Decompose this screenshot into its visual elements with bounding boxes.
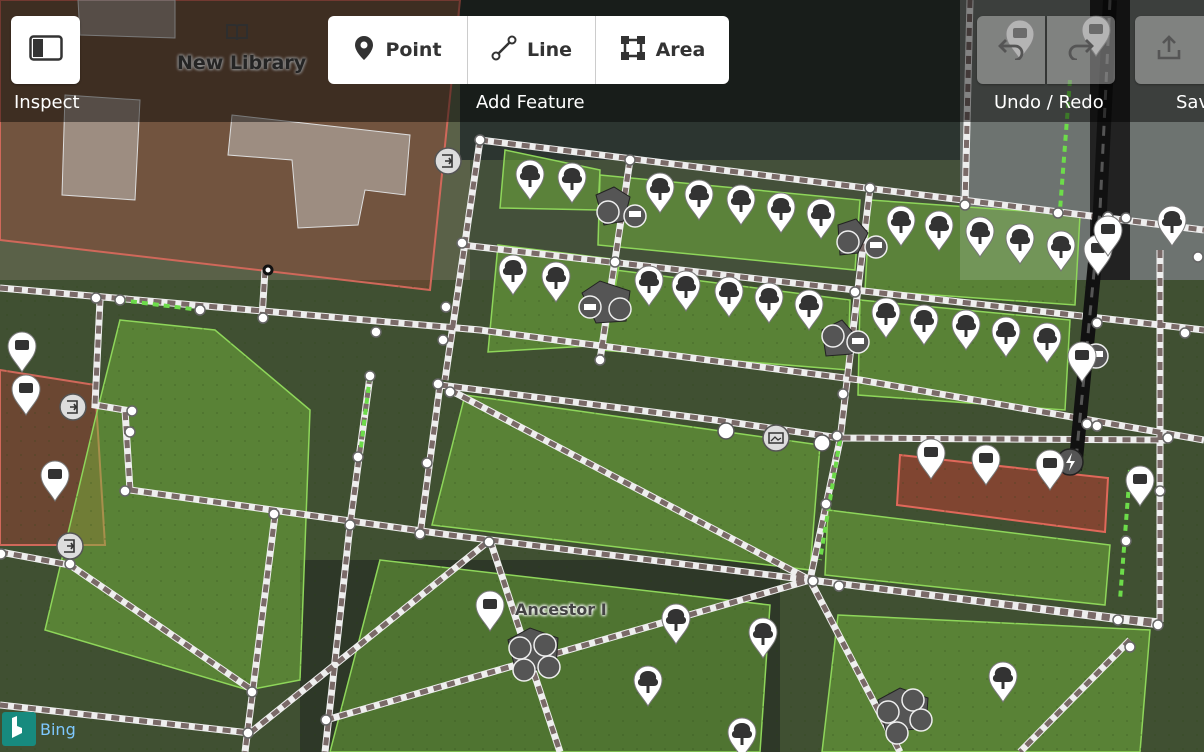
bing-label: Bing xyxy=(40,719,76,739)
entrance-vertex[interactable] xyxy=(59,393,87,421)
save-button[interactable] xyxy=(1135,16,1204,84)
entrance-vertex[interactable] xyxy=(434,147,462,175)
viewpoint-vertex[interactable] xyxy=(762,424,790,452)
line-icon xyxy=(491,35,517,66)
area-label: Area xyxy=(655,39,706,61)
upload-icon xyxy=(1155,34,1183,66)
inspect-button[interactable] xyxy=(11,16,80,84)
entrance-vertex[interactable] xyxy=(56,532,84,560)
bench-cluster[interactable] xyxy=(507,627,561,682)
redo-icon xyxy=(1067,36,1095,64)
inspect-label: Inspect xyxy=(14,92,80,113)
undo-redo-label: Undo / Redo xyxy=(994,92,1104,113)
add-line-button[interactable]: Line xyxy=(468,16,595,84)
imagery-attribution[interactable]: Bing xyxy=(2,712,76,746)
add-point-button[interactable]: Point xyxy=(328,16,467,84)
point-icon xyxy=(353,35,375,66)
area-icon xyxy=(620,35,646,66)
sidebar-toggle-icon xyxy=(28,35,63,65)
add-area-button[interactable]: Area xyxy=(596,16,729,84)
undo-icon xyxy=(997,36,1025,64)
redo-button[interactable] xyxy=(1047,16,1115,84)
bing-logo-icon xyxy=(2,712,36,746)
line-label: Line xyxy=(526,39,573,61)
point-label: Point xyxy=(385,39,442,61)
add-feature-label: Add Feature xyxy=(476,92,585,113)
undo-button[interactable] xyxy=(977,16,1045,84)
save-label: Save xyxy=(1176,92,1204,113)
map-label-ancestor[interactable]: Ancestor I xyxy=(515,600,607,619)
